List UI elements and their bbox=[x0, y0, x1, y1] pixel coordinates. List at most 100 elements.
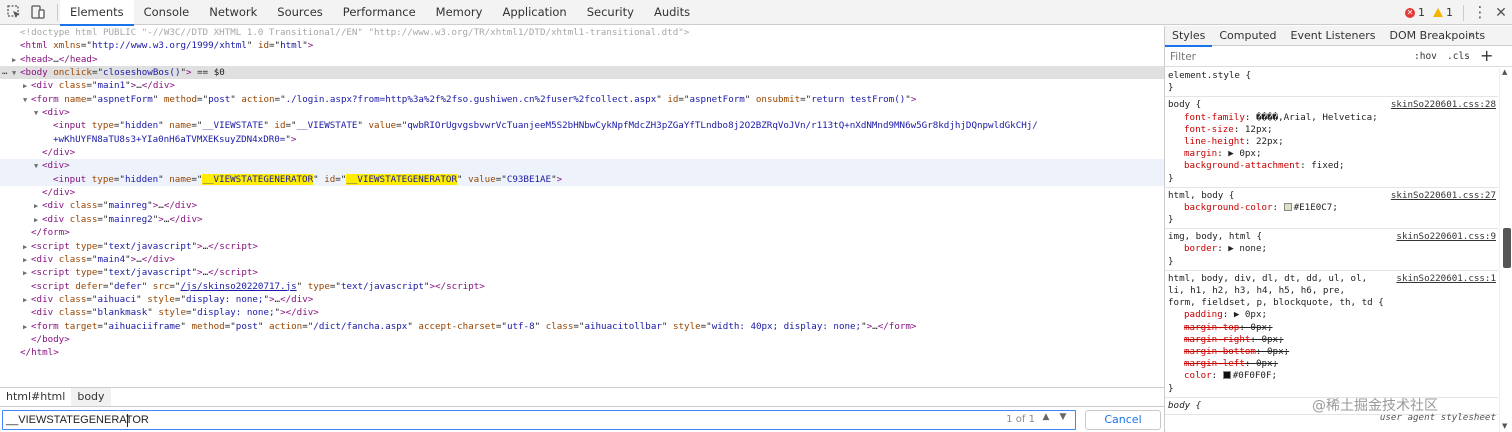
color-swatch-icon[interactable] bbox=[1283, 202, 1292, 211]
rule-source-link[interactable]: skinSo220601.css:9 bbox=[1396, 231, 1496, 243]
device-toolbar-icon[interactable] bbox=[30, 4, 46, 20]
css-property[interactable]: margin-right: 0px; bbox=[1168, 334, 1498, 346]
tab-application[interactable]: Application bbox=[492, 0, 576, 25]
dom-node-line[interactable]: <input type="hidden" name="__VIEWSTATEGE… bbox=[0, 172, 1164, 187]
css-property[interactable]: margin: ▶ 0px; bbox=[1168, 148, 1498, 160]
tab-network[interactable]: Network bbox=[199, 0, 267, 25]
close-icon[interactable]: ✕ bbox=[1490, 5, 1512, 21]
expand-triangle-icon[interactable]: ▶ bbox=[23, 321, 31, 334]
dom-node-line[interactable]: <div class="blankmask" style="display: n… bbox=[0, 306, 1164, 319]
dom-node-line[interactable]: ▶ <div class="main4">…</div> bbox=[0, 253, 1164, 266]
dom-tree[interactable]: <!doctype html PUBLIC "-//W3C//DTD XHTML… bbox=[0, 26, 1164, 386]
dom-node-line[interactable]: </html> bbox=[0, 346, 1164, 359]
chevron-down-icon[interactable]: ▼ bbox=[1056, 412, 1070, 428]
expand-triangle-icon[interactable]: ▶ bbox=[34, 214, 42, 227]
sidebar-tab-dom-breakpoints[interactable]: DOM Breakpoints bbox=[1383, 26, 1493, 46]
rule-selector[interactable]: element.style { bbox=[1168, 70, 1251, 81]
rule-selector[interactable]: body { bbox=[1168, 99, 1201, 110]
tab-audits[interactable]: Audits bbox=[644, 0, 700, 25]
css-property[interactable]: background-color: #E1E0C7; bbox=[1168, 202, 1498, 214]
scroll-down-icon[interactable]: ▼ bbox=[1502, 422, 1507, 430]
breadcrumb-html[interactable]: html#html bbox=[0, 388, 71, 406]
tab-elements[interactable]: Elements bbox=[60, 0, 134, 26]
cancel-button[interactable]: Cancel bbox=[1085, 410, 1161, 430]
chevron-up-icon[interactable]: ▲ bbox=[1039, 412, 1053, 428]
more-options-icon[interactable]: ⋮ bbox=[1470, 0, 1490, 25]
css-property[interactable]: color: #0F0F0F; bbox=[1168, 370, 1498, 382]
css-property[interactable]: border: ▶ none; bbox=[1168, 243, 1498, 255]
tab-performance[interactable]: Performance bbox=[333, 0, 426, 25]
dom-node-line[interactable]: <input type="hidden" name="__VIEWSTATE" … bbox=[0, 119, 1164, 132]
scrollbar-thumb[interactable] bbox=[1503, 228, 1511, 268]
css-property[interactable]: font-size: 12px; bbox=[1168, 124, 1498, 136]
rule-selector[interactable]: body { bbox=[1168, 400, 1201, 411]
dom-node-line[interactable]: ▶ <script type="text/javascript">…</scrip… bbox=[0, 266, 1164, 279]
tab-console[interactable]: Console bbox=[134, 0, 200, 25]
rule-selector[interactable]: li, h1, h2, h3, h4, h5, h6, pre, bbox=[1168, 285, 1498, 297]
rule-source-link[interactable]: skinSo220601.css:1 bbox=[1396, 273, 1496, 285]
collapse-triangle-icon[interactable]: ▼ bbox=[34, 107, 42, 120]
dom-node-line[interactable]: ▶ <script type="text/javascript">…</scrip… bbox=[0, 240, 1164, 253]
search-input[interactable]: __VIEWSTATEGENERATOR 1 of 1 ▲ ▼ bbox=[2, 410, 1076, 430]
dom-node-line[interactable]: ▶ <div class="mainreg2">…</div> bbox=[0, 213, 1164, 226]
dom-node-line[interactable]: +wKhUYFN8aTU8s3+YIa0nH6aTVMXEKsuyZDN4xDR… bbox=[0, 133, 1164, 146]
breadcrumb-body[interactable]: body bbox=[71, 388, 111, 406]
dom-node-line[interactable]: … ▼ <body onclick="closeshowBos()"> == $0 bbox=[0, 66, 1164, 80]
sidebar-tab-event-listeners[interactable]: Event Listeners bbox=[1284, 26, 1383, 46]
dom-node-line[interactable]: ▶ <form target="aihuaciiframe" method="po… bbox=[0, 320, 1164, 333]
dom-node-line[interactable]: </div> bbox=[0, 146, 1164, 159]
dom-node-line[interactable]: </body> bbox=[0, 333, 1164, 346]
dom-node-line[interactable]: ▶ <div class="mainreg">…</div> bbox=[0, 199, 1164, 212]
rule-source-link[interactable]: skinSo220601.css:27 bbox=[1391, 190, 1496, 202]
chevron-right-icon[interactable]: » bbox=[1468, 28, 1475, 41]
css-property[interactable]: margin-bottom: 0px; bbox=[1168, 346, 1498, 358]
dom-node-line[interactable]: ▶ <head>…</head> bbox=[0, 53, 1164, 66]
css-property[interactable]: background-attachment: fixed; bbox=[1168, 160, 1498, 172]
cls-toggle[interactable]: .cls bbox=[1447, 51, 1470, 62]
dom-node-line[interactable]: <script defer="defer" src="/js/skinso202… bbox=[0, 280, 1164, 293]
expand-triangle-icon[interactable]: ▶ bbox=[34, 200, 42, 213]
css-property[interactable]: line-height: 22px; bbox=[1168, 136, 1498, 148]
sidebar-tab-computed[interactable]: Computed bbox=[1212, 26, 1283, 46]
dom-node-line[interactable]: <html xmlns="http://www.w3.org/1999/xhtm… bbox=[0, 39, 1164, 52]
tab-security[interactable]: Security bbox=[577, 0, 644, 25]
css-property[interactable]: margin-top: 0px; bbox=[1168, 322, 1498, 334]
dom-node-line[interactable]: ▼ <form name="aspnetForm" method="post" a… bbox=[0, 93, 1164, 106]
sidebar-tab-styles[interactable]: Styles bbox=[1165, 26, 1213, 47]
tab-memory[interactable]: Memory bbox=[426, 0, 493, 25]
styles-scrollbar[interactable]: ▲ ▼ bbox=[1499, 68, 1512, 432]
collapse-triangle-icon[interactable]: ▼ bbox=[12, 67, 20, 80]
collapse-triangle-icon[interactable]: ▼ bbox=[23, 94, 31, 107]
add-rule-icon[interactable]: + bbox=[1480, 46, 1493, 65]
expand-triangle-icon[interactable]: ▶ bbox=[12, 54, 20, 67]
css-property[interactable]: padding: ▶ 0px; bbox=[1168, 309, 1498, 321]
dom-node-line[interactable]: </form> bbox=[0, 226, 1164, 239]
inspect-element-icon[interactable] bbox=[6, 4, 22, 20]
warning-badge[interactable]: 1 bbox=[1433, 6, 1453, 19]
color-swatch-icon[interactable] bbox=[1222, 371, 1231, 380]
dom-node-line[interactable]: ▼ <div> bbox=[0, 159, 1164, 173]
css-property[interactable]: font-family: ����,Arial, Helvetica; bbox=[1168, 112, 1498, 124]
rule-selector[interactable]: html, body { bbox=[1168, 190, 1234, 201]
dom-node-line[interactable]: </div> bbox=[0, 186, 1164, 199]
expand-triangle-icon[interactable]: ▶ bbox=[23, 294, 31, 307]
hov-toggle[interactable]: :hov bbox=[1414, 51, 1437, 62]
expand-triangle-icon[interactable]: ▶ bbox=[23, 267, 31, 280]
expand-triangle-icon[interactable]: ▶ bbox=[23, 241, 31, 254]
filter-input[interactable]: Filter bbox=[1170, 51, 1196, 63]
dom-node-line[interactable]: ▶ <div class="aihuaci" style="display: no… bbox=[0, 293, 1164, 306]
dom-node-line[interactable]: <!doctype html PUBLIC "-//W3C//DTD XHTML… bbox=[0, 26, 1164, 39]
expand-triangle-icon[interactable]: ▶ bbox=[23, 254, 31, 267]
dom-node-line[interactable]: ▶ <div class="main1">…</div> bbox=[0, 79, 1164, 92]
expand-triangle-icon[interactable]: ▶ bbox=[23, 80, 31, 93]
rule-selector[interactable]: html, body, div, dl, dt, dd, ul, ol, bbox=[1168, 273, 1367, 284]
more-actions-icon[interactable]: … bbox=[2, 66, 7, 79]
error-badge[interactable]: ✕ 1 bbox=[1405, 6, 1425, 19]
collapse-triangle-icon[interactable]: ▼ bbox=[34, 160, 42, 173]
rule-selector[interactable]: img, body, html { bbox=[1168, 231, 1262, 242]
scroll-up-icon[interactable]: ▲ bbox=[1502, 68, 1507, 76]
tab-sources[interactable]: Sources bbox=[267, 0, 333, 25]
rule-selector[interactable]: form, fieldset, p, blockquote, th, td { bbox=[1168, 297, 1498, 309]
css-property[interactable]: margin-left: 0px; bbox=[1168, 358, 1498, 370]
rule-source-link[interactable]: skinSo220601.css:28 bbox=[1391, 99, 1496, 111]
